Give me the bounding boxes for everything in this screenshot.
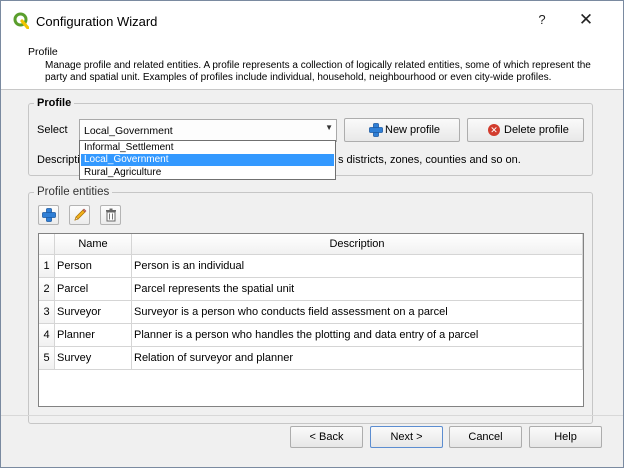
entity-description-cell[interactable]: Person is an individual xyxy=(132,255,583,278)
plus-icon xyxy=(42,208,56,222)
entity-description-cell[interactable]: Planner is a person who handles the plot… xyxy=(132,324,583,347)
add-entity-button[interactable] xyxy=(38,205,59,225)
entity-name-cell[interactable]: Planner xyxy=(55,324,132,347)
delete-circle-icon: ✕ xyxy=(488,124,500,136)
select-label: Select xyxy=(37,124,68,136)
entity-description-cell[interactable]: Surveyor is a person who conducts field … xyxy=(132,301,583,324)
entity-description-cell[interactable]: Parcel represents the spatial unit xyxy=(132,278,583,301)
new-profile-button[interactable]: New profile xyxy=(344,118,460,142)
header-divider xyxy=(1,89,623,90)
table-row[interactable]: 5 Survey Relation of surveyor and planne… xyxy=(39,347,583,370)
close-icon[interactable]: ✕ xyxy=(574,9,598,33)
profile-dropdown-list: Informal_Settlement Local_Government Rur… xyxy=(79,140,336,180)
title-bar: Configuration Wizard ? ✕ xyxy=(1,1,623,41)
trash-icon xyxy=(106,208,116,222)
row-number[interactable]: 2 xyxy=(39,278,55,301)
new-profile-label: New profile xyxy=(385,124,441,136)
dropdown-option-rural-agriculture[interactable]: Rural_Agriculture xyxy=(81,167,334,179)
profile-entities-title: Profile entities xyxy=(34,186,113,198)
profile-combobox[interactable]: Local_Government ▼ xyxy=(79,119,337,142)
entity-description-cell[interactable]: Relation of surveyor and planner xyxy=(132,347,583,370)
title-help-button[interactable]: ? xyxy=(531,9,553,31)
table-row[interactable]: 1 Person Person is an individual xyxy=(39,255,583,278)
window-title: Configuration Wizard xyxy=(36,14,158,29)
table-row[interactable]: 2 Parcel Parcel represents the spatial u… xyxy=(39,278,583,301)
profile-description-text: s districts, zones, counties and so on. xyxy=(338,154,521,166)
row-number[interactable]: 5 xyxy=(39,347,55,370)
table-row[interactable]: 3 Surveyor Surveyor is a person who cond… xyxy=(39,301,583,324)
entities-table: Name Description 1 Person Person is an i… xyxy=(38,233,584,407)
profile-combobox-value: Local_Government xyxy=(84,125,173,137)
help-button[interactable]: Help xyxy=(529,426,602,448)
delete-profile-button[interactable]: ✕ Delete profile xyxy=(467,118,584,142)
back-button[interactable]: < Back xyxy=(290,426,363,448)
plus-icon xyxy=(369,123,383,137)
chevron-down-icon[interactable]: ▼ xyxy=(325,123,333,132)
column-header-name[interactable]: Name xyxy=(55,234,132,255)
footer-divider xyxy=(1,415,623,416)
configuration-wizard-window: Configuration Wizard ? ✕ Profile Manage … xyxy=(0,0,624,468)
column-header-description[interactable]: Description xyxy=(132,234,583,255)
row-number[interactable]: 4 xyxy=(39,324,55,347)
remove-entity-button[interactable] xyxy=(100,205,121,225)
delete-profile-label: Delete profile xyxy=(504,124,569,136)
qgis-logo-icon xyxy=(13,12,29,29)
entity-name-cell[interactable]: Parcel xyxy=(55,278,132,301)
pencil-icon xyxy=(74,208,87,221)
page-title: Profile xyxy=(28,46,58,58)
cancel-button[interactable]: Cancel xyxy=(449,426,522,448)
profile-group-title: Profile xyxy=(34,97,75,109)
entity-name-cell[interactable]: Survey xyxy=(55,347,132,370)
row-number[interactable]: 1 xyxy=(39,255,55,278)
page-description: Manage profile and related entities. A p… xyxy=(45,60,591,83)
edit-entity-button[interactable] xyxy=(69,205,90,225)
dropdown-option-local-government[interactable]: Local_Government xyxy=(81,154,334,166)
table-row[interactable]: 4 Planner Planner is a person who handle… xyxy=(39,324,583,347)
row-number[interactable]: 3 xyxy=(39,301,55,324)
entity-name-cell[interactable]: Person xyxy=(55,255,132,278)
dropdown-option-informal-settlement[interactable]: Informal_Settlement xyxy=(81,142,334,154)
next-button[interactable]: Next > xyxy=(370,426,443,448)
table-corner-header xyxy=(39,234,55,255)
entity-name-cell[interactable]: Surveyor xyxy=(55,301,132,324)
wizard-header: Profile Manage profile and related entit… xyxy=(1,41,623,90)
